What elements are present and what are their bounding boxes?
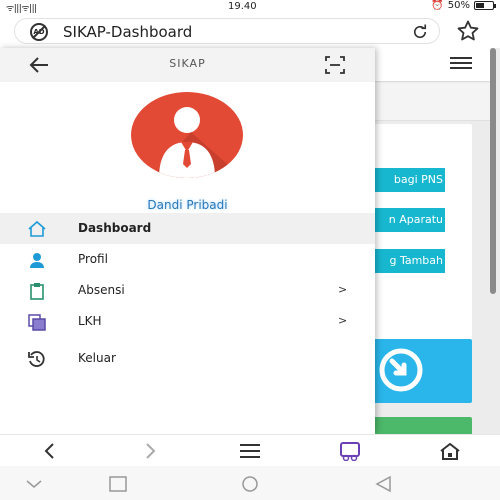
menu-label: Dashboard bbox=[78, 221, 152, 235]
forward-icon[interactable] bbox=[138, 441, 162, 461]
menu-item-dashboard[interactable]: Dashboard bbox=[0, 213, 375, 244]
status-bar: ᯤ|||ᯤ||| 19.40 ⏰ 50% bbox=[0, 0, 500, 14]
hamburger-icon[interactable] bbox=[450, 57, 472, 71]
navigation-drawer: SIKAP Dandi Pribadi Pegawai Dashboard bbox=[0, 48, 375, 434]
drawer-header: SIKAP bbox=[0, 48, 375, 82]
user-profile: Dandi Pribadi Pegawai bbox=[0, 82, 375, 227]
copy-icon bbox=[28, 314, 46, 331]
home-icon bbox=[28, 220, 46, 237]
address-bar[interactable]: AD SIKAP-Dashboard bbox=[14, 18, 440, 44]
url-text[interactable]: SIKAP-Dashboard bbox=[63, 23, 192, 41]
browser-bottom-nav bbox=[0, 434, 500, 466]
collapse-icon[interactable] bbox=[22, 475, 46, 493]
reader-mode-icon[interactable] bbox=[338, 441, 362, 461]
recents-icon[interactable] bbox=[106, 475, 130, 493]
menu-item-lkh[interactable]: LKH > bbox=[0, 306, 375, 337]
home-circle-icon[interactable] bbox=[238, 475, 262, 493]
menu-label: Keluar bbox=[78, 351, 116, 365]
star-icon[interactable] bbox=[456, 19, 480, 43]
clipboard-icon bbox=[30, 283, 44, 300]
user-icon bbox=[30, 253, 44, 268]
status-time: 19.40 bbox=[228, 1, 257, 12]
menu-item-profil[interactable]: Profil bbox=[0, 244, 375, 275]
drawer-title: SIKAP bbox=[169, 57, 206, 70]
menu-item-absensi[interactable]: Absensi > bbox=[0, 275, 375, 306]
clock-icon bbox=[379, 348, 423, 392]
drawer-menu: Dashboard Profil Absensi > LKH > Keluar bbox=[0, 213, 375, 374]
chevron-right-icon: > bbox=[338, 283, 348, 296]
browser-toolbar: AD SIKAP-Dashboard bbox=[0, 14, 500, 48]
home-icon[interactable] bbox=[438, 441, 462, 461]
battery-level bbox=[476, 3, 484, 8]
back-icon[interactable] bbox=[38, 441, 62, 461]
scrollbar[interactable] bbox=[490, 48, 496, 294]
battery-percent: 50% bbox=[447, 0, 470, 11]
menu-label: Profil bbox=[78, 252, 108, 266]
menu-label: LKH bbox=[78, 314, 102, 328]
system-nav-bar bbox=[0, 466, 500, 500]
chevron-right-icon: > bbox=[338, 314, 348, 327]
ad-block-icon[interactable]: AD bbox=[30, 23, 48, 41]
user-avatar-icon bbox=[151, 107, 243, 178]
user-name[interactable]: Dandi Pribadi bbox=[0, 198, 375, 212]
menu-item-keluar[interactable]: Keluar bbox=[0, 343, 375, 374]
menu-icon[interactable] bbox=[238, 441, 262, 461]
alarm-icon: ⏰ bbox=[431, 0, 444, 11]
avatar[interactable] bbox=[131, 92, 243, 178]
menu-label: Absensi bbox=[78, 283, 125, 297]
reload-icon[interactable] bbox=[411, 23, 429, 41]
status-indicators: ⏰ 50% bbox=[431, 0, 496, 11]
back-triangle-icon[interactable] bbox=[372, 475, 396, 493]
history-icon bbox=[28, 351, 45, 367]
battery-icon bbox=[474, 1, 496, 10]
expand-icon[interactable] bbox=[325, 56, 345, 74]
signal-icon: ᯤ|||ᯤ||| bbox=[6, 4, 37, 14]
